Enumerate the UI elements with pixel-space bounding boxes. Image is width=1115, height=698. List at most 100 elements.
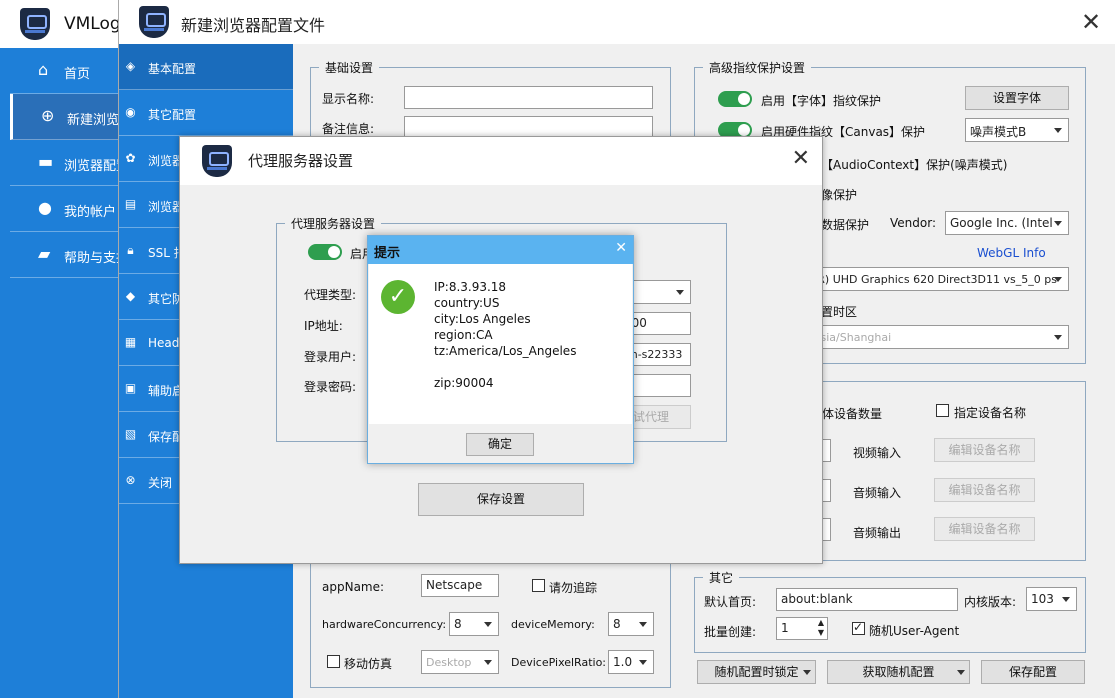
webgl-info-link[interactable]: WebGL Info	[977, 246, 1046, 260]
appname-input[interactable]: Netscape	[421, 574, 499, 597]
close-icon[interactable]: ✕	[615, 240, 627, 256]
vendor-value: Google Inc. (Intel	[950, 216, 1053, 230]
chevron-down-icon	[1054, 335, 1062, 340]
kernel-version-select[interactable]: 103	[1026, 587, 1077, 611]
chevron-down-icon	[484, 660, 492, 665]
cmd-icon: ▣	[124, 381, 137, 395]
edit-audio-out-name-button[interactable]: 编辑设备名称	[934, 517, 1035, 541]
main-nav-label: 我的帐户	[64, 205, 117, 220]
renderer-select[interactable]: (R) UHD Graphics 620 Direct3D11 vs_5_0 p…	[809, 267, 1069, 291]
edit-audio-in-name-button[interactable]: 编辑设备名称	[934, 478, 1035, 502]
vendor-select[interactable]: Google Inc. (Intel	[945, 211, 1069, 235]
video-input-label: 视频输入	[853, 446, 902, 460]
specify-device-name-checkbox[interactable]	[936, 404, 949, 417]
chevron-down-icon	[639, 660, 647, 665]
proxy-settings-legend: 代理服务器设置	[291, 217, 376, 231]
audio-input-label: 音频输入	[853, 486, 902, 500]
main-nav-home[interactable]: ⌂ 首页	[10, 48, 130, 94]
chevron-down-icon	[957, 670, 965, 675]
main-window: VMLogi ⌂ 首页 ⊕ 新建浏览器 ▬ 浏览器配置 ● 我的帐户 ▰ 帮助与…	[0, 0, 132, 698]
dialog-logo	[139, 6, 169, 38]
main-nav-account[interactable]: ● 我的帐户	[10, 186, 130, 232]
close-icon[interactable]: ✕	[1078, 8, 1104, 36]
config-nav-label: 基本配置	[148, 62, 197, 76]
do-not-track-label: 请勿追踪	[549, 581, 598, 595]
renderer-value: (R) UHD Graphics 620 Direct3D11 vs_5_0 p…	[813, 273, 1057, 286]
font-protection-toggle[interactable]	[718, 91, 752, 107]
proxy-type-label: 代理类型:	[304, 288, 357, 302]
display-name-input[interactable]	[404, 86, 653, 109]
canvas-mode-select[interactable]: 噪声模式B	[965, 118, 1069, 142]
homepage-label: 默认首页:	[704, 595, 757, 609]
config-nav-other[interactable]: ◉ 其它配置	[119, 90, 293, 136]
book-icon: ▰	[38, 244, 51, 263]
stepper-arrows-icon[interactable]: ▲ ▼	[818, 618, 824, 638]
chevron-down-icon	[1054, 221, 1062, 226]
random-ua-checkbox[interactable]	[852, 620, 865, 635]
alert-titlebar: 提示 ✕	[368, 236, 633, 264]
audio-protection-label: 纹【AudioContext】保护(噪声模式)	[809, 158, 1008, 172]
device-count-label: 体设备数量	[822, 407, 883, 421]
close-icon[interactable]: ✕	[792, 146, 810, 171]
mobile-device-value: Desktop	[426, 656, 472, 669]
config-titlebar: 新建浏览器配置文件 ✕	[119, 0, 1115, 44]
config-nav-basic[interactable]: ◈ 基本配置	[119, 44, 293, 90]
device-memory-select[interactable]: 8	[608, 612, 654, 636]
alert-line-zip: zip:90004	[434, 376, 494, 390]
get-random-config-button[interactable]: 获取随机配置	[827, 660, 970, 684]
chevron-down-icon	[639, 622, 647, 627]
edit-video-name-button[interactable]: 编辑设备名称	[934, 438, 1035, 462]
main-nav-browser-config[interactable]: ▬ 浏览器配置	[10, 140, 130, 186]
random-ua-label: 随机User-Agent	[869, 624, 960, 638]
device-pixel-ratio-select[interactable]: 1.0	[608, 650, 654, 674]
device-pixel-ratio-label: DevicePixelRatio:	[511, 656, 607, 669]
proxy-ip-label: IP地址:	[304, 319, 343, 333]
basic-settings-legend: 基础设置	[325, 61, 374, 75]
alert-title: 提示	[374, 246, 401, 261]
remark-label: 备注信息:	[322, 122, 375, 136]
save-config-button[interactable]: 保存配置	[981, 660, 1085, 684]
mobile-emulation-checkbox[interactable]	[327, 655, 340, 668]
lock-random-config-button[interactable]: 随机配置时锁定	[697, 660, 816, 684]
device-memory-value: 8	[613, 617, 621, 631]
chrome-icon: ◉	[125, 105, 136, 119]
alert-line-city: city:Los Angeles	[434, 312, 531, 326]
alert-ok-button[interactable]: 确定	[466, 433, 534, 456]
mobile-device-select[interactable]: Desktop	[421, 650, 499, 674]
main-titlebar: VMLogi	[0, 0, 130, 48]
proxy-save-button[interactable]: 保存设置	[418, 483, 584, 516]
hardware-concurrency-select[interactable]: 8	[449, 612, 499, 636]
canvas-mode-value: 噪声模式B	[970, 125, 1027, 139]
cookie-icon: ✿	[125, 151, 136, 165]
lock-icon: 🔒︎	[127, 243, 134, 257]
main-nav-help[interactable]: ▰ 帮助与支持	[10, 232, 130, 278]
close-circle-icon: ⊗	[125, 473, 136, 487]
header-icon: ▦	[124, 335, 137, 349]
alert-line-tz: tz:America/Los_Angeles	[434, 344, 577, 358]
alert-line-country: country:US	[434, 296, 500, 310]
chevron-down-icon	[803, 670, 811, 675]
alert-body: ✓ IP:8.3.93.18 country:US city:Los Angel…	[369, 264, 632, 424]
hardware-concurrency-value: 8	[454, 617, 462, 631]
alert-line-region: region:CA	[434, 328, 493, 342]
chevron-down-icon	[1054, 128, 1062, 133]
appname-label: appName:	[322, 580, 385, 594]
do-not-track-checkbox[interactable]	[532, 579, 545, 592]
vendor-label: Vendor:	[890, 216, 936, 230]
kernel-version-label: 内核版本:	[964, 595, 1017, 609]
set-font-button[interactable]: 设置字体	[965, 86, 1069, 110]
chevron-down-icon	[1062, 597, 1070, 602]
specify-device-name-label: 指定设备名称	[954, 406, 1027, 420]
batch-create-stepper[interactable]: 1 ▲ ▼	[776, 617, 828, 640]
chevron-down-icon	[1054, 277, 1062, 282]
lock-random-config-label: 随机配置时锁定	[714, 665, 799, 679]
folder-icon: ▬	[38, 152, 54, 171]
config-nav-label: 其它配置	[148, 108, 197, 122]
app-title: VMLogi	[64, 14, 126, 34]
timezone-select[interactable]: Asia/Shanghai	[809, 325, 1069, 349]
main-nav-new-browser[interactable]: ⊕ 新建浏览器	[10, 94, 132, 140]
proxy-titlebar: 代理服务器设置 ✕	[180, 137, 822, 185]
proxy-enable-toggle[interactable]	[308, 244, 342, 260]
plus-circle-icon: ⊕	[41, 106, 55, 125]
homepage-input[interactable]: about:blank	[776, 588, 958, 611]
